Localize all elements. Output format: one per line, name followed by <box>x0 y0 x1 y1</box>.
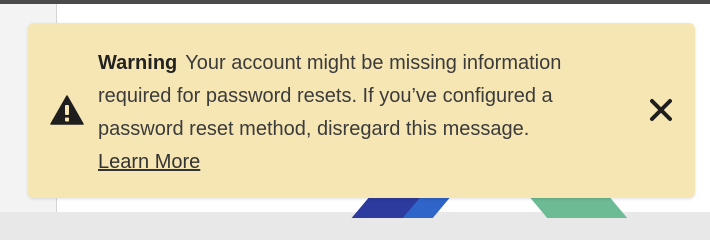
close-icon[interactable] <box>646 95 676 125</box>
warning-triangle-icon <box>50 95 84 125</box>
warning-message: Warning Your account might be missing inf… <box>98 47 618 179</box>
warning-title: Warning <box>98 52 178 74</box>
warning-banner: Warning Your account might be missing inf… <box>28 23 695 198</box>
learn-more-link[interactable]: Learn More <box>98 151 200 173</box>
